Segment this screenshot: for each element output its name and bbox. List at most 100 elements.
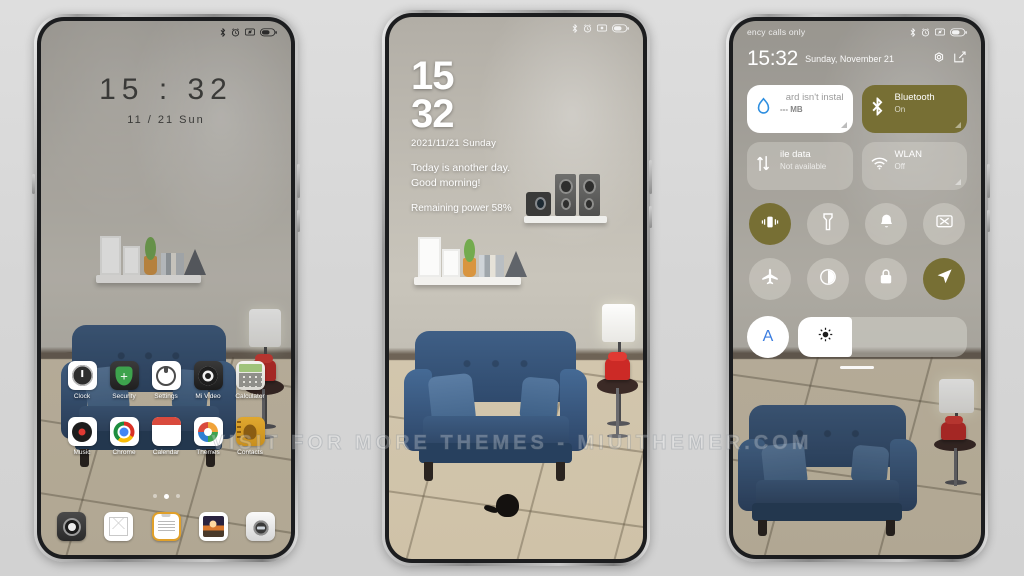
tile-sub: --- MB (780, 105, 803, 115)
red-telephone (604, 352, 631, 381)
phone-frame: 15 : 32 11 / 21 Sun Clock Sec (32, 14, 300, 562)
app-label: Security (112, 393, 136, 400)
app-label: Settings (154, 393, 178, 400)
page-dot[interactable] (175, 494, 180, 498)
phone-frame: ency calls only 15:32 Sunday, November 2… (726, 14, 990, 562)
home-clock-widget[interactable]: 15 : 32 11 / 21 Sun (41, 73, 291, 126)
app-contacts[interactable]: Contacts (229, 417, 271, 456)
bell-icon (879, 213, 894, 235)
phone-control-center: ency calls only 15:32 Sunday, November 2… (726, 14, 990, 562)
expand-corner-icon[interactable] (955, 122, 961, 128)
power-button[interactable] (987, 210, 990, 232)
toggle-airplane[interactable] (749, 258, 791, 300)
app-label: Contacts (237, 449, 263, 456)
brightness-slider[interactable] (798, 317, 967, 357)
gallery-icon[interactable] (198, 512, 228, 541)
home-clock-date: 11 / 21 Sun (127, 114, 205, 126)
settings-icon (151, 361, 181, 390)
expand-corner-icon[interactable] (840, 122, 847, 128)
tile-sub: Off (894, 162, 906, 172)
camera-icon[interactable] (246, 512, 275, 541)
airplane-icon (761, 268, 779, 290)
toggle-screenshot[interactable] (923, 203, 965, 245)
calendar-icon (151, 417, 181, 446)
volume-button[interactable] (987, 164, 990, 198)
toggle-row-2 (749, 258, 965, 300)
lock-icon (879, 268, 893, 290)
phone-bezel: 15 : 32 11 / 21 Sun Clock Sec (37, 17, 295, 559)
brightness-row: A (747, 316, 967, 358)
tile-wlan[interactable]: WLAN Off (861, 142, 967, 190)
app-settings[interactable]: Settings (145, 361, 187, 400)
app-calendar[interactable]: Calendar (145, 417, 187, 456)
app-security[interactable]: Security (103, 361, 145, 400)
app-label: Music (73, 449, 91, 456)
volume-button[interactable] (297, 164, 300, 198)
app-row-2: Music Chrome Calendar Themes Contacts (51, 417, 281, 456)
lock-message: Today is another day. Good morning! (411, 161, 512, 191)
drag-handle-area[interactable] (747, 366, 967, 388)
cc-time: 15:32 (747, 47, 799, 70)
big-tile-row-2: ile data Not available WLAN Off (747, 142, 967, 190)
bluetooth-icon (220, 27, 226, 37)
screenshot-icon (935, 214, 953, 234)
cc-date: Sunday, November 21 (805, 54, 894, 64)
app-music[interactable]: Music (61, 417, 103, 456)
phone3-screen: ency calls only 15:32 Sunday, November 2… (733, 21, 981, 555)
tile-bluetooth[interactable]: Bluetooth On (861, 85, 967, 133)
mail-icon[interactable] (104, 512, 134, 541)
vibrate-icon (761, 214, 779, 235)
toggle-lock-rotation[interactable] (865, 258, 907, 300)
toggle-silent[interactable] (865, 203, 907, 245)
tile-title: WLAN (894, 149, 922, 160)
tile-mobile-data[interactable]: ile data Not available (747, 142, 853, 190)
toggle-vibrate[interactable] (749, 203, 791, 245)
app-calculator[interactable]: Calculator (229, 361, 271, 400)
app-mi-video[interactable]: Mi Video (187, 361, 229, 400)
calculator-icon (235, 361, 265, 390)
app-themes[interactable]: Themes (187, 417, 229, 456)
mi-video-icon (193, 361, 223, 390)
app-clock[interactable]: Clock (61, 361, 103, 400)
volume-button[interactable] (649, 160, 652, 194)
toggle-dark-mode[interactable] (807, 258, 849, 300)
app-chrome[interactable]: Chrome (103, 417, 145, 456)
mute-icon (245, 28, 255, 36)
bluetooth-icon (572, 23, 578, 33)
sofa (404, 331, 588, 481)
dark-mode-icon (819, 268, 837, 291)
alarm-icon (583, 23, 592, 33)
battery-icon (612, 23, 629, 33)
gear-icon[interactable] (932, 50, 946, 69)
clock-icon (67, 361, 97, 390)
page-dot[interactable] (152, 494, 157, 498)
phone1-screen: 15 : 32 11 / 21 Sun Clock Sec (41, 21, 291, 555)
data-transfer-icon (756, 155, 770, 177)
page-indicator[interactable] (41, 494, 291, 499)
edit-icon[interactable] (953, 50, 967, 69)
drag-handle[interactable] (840, 366, 874, 369)
toggle-location[interactable] (923, 258, 965, 300)
wifi-icon (870, 157, 888, 176)
tile-storage[interactable]: ard isn't instal --- MB (747, 85, 853, 133)
bluetooth-icon (871, 96, 884, 121)
themes-icon (193, 417, 223, 446)
tile-title: ard isn't instal (785, 92, 844, 103)
phone-frame: 15 32 2021/11/21 Sunday Today is another… (382, 10, 652, 566)
toggle-flashlight[interactable] (807, 203, 849, 245)
control-center-header: 15:32 Sunday, November 21 (747, 47, 967, 71)
home-clock-time: 15 : 32 (99, 73, 233, 106)
page-dot-active[interactable] (163, 494, 169, 499)
security-icon (109, 361, 139, 390)
auto-brightness-button[interactable]: A (747, 316, 789, 358)
expand-corner-icon[interactable] (955, 179, 961, 185)
power-button[interactable] (297, 210, 300, 232)
left-button[interactable] (32, 174, 35, 194)
power-button[interactable] (649, 206, 652, 228)
notes-icon[interactable] (151, 512, 181, 541)
phone-bezel: ency calls only 15:32 Sunday, November 2… (729, 17, 985, 559)
sun-icon (818, 327, 833, 347)
lockscreen-info: 15 32 2021/11/21 Sunday Today is another… (411, 56, 512, 214)
phone-home-screen: 15 : 32 11 / 21 Sun Clock Sec (32, 14, 300, 562)
phone-icon[interactable] (57, 512, 86, 541)
